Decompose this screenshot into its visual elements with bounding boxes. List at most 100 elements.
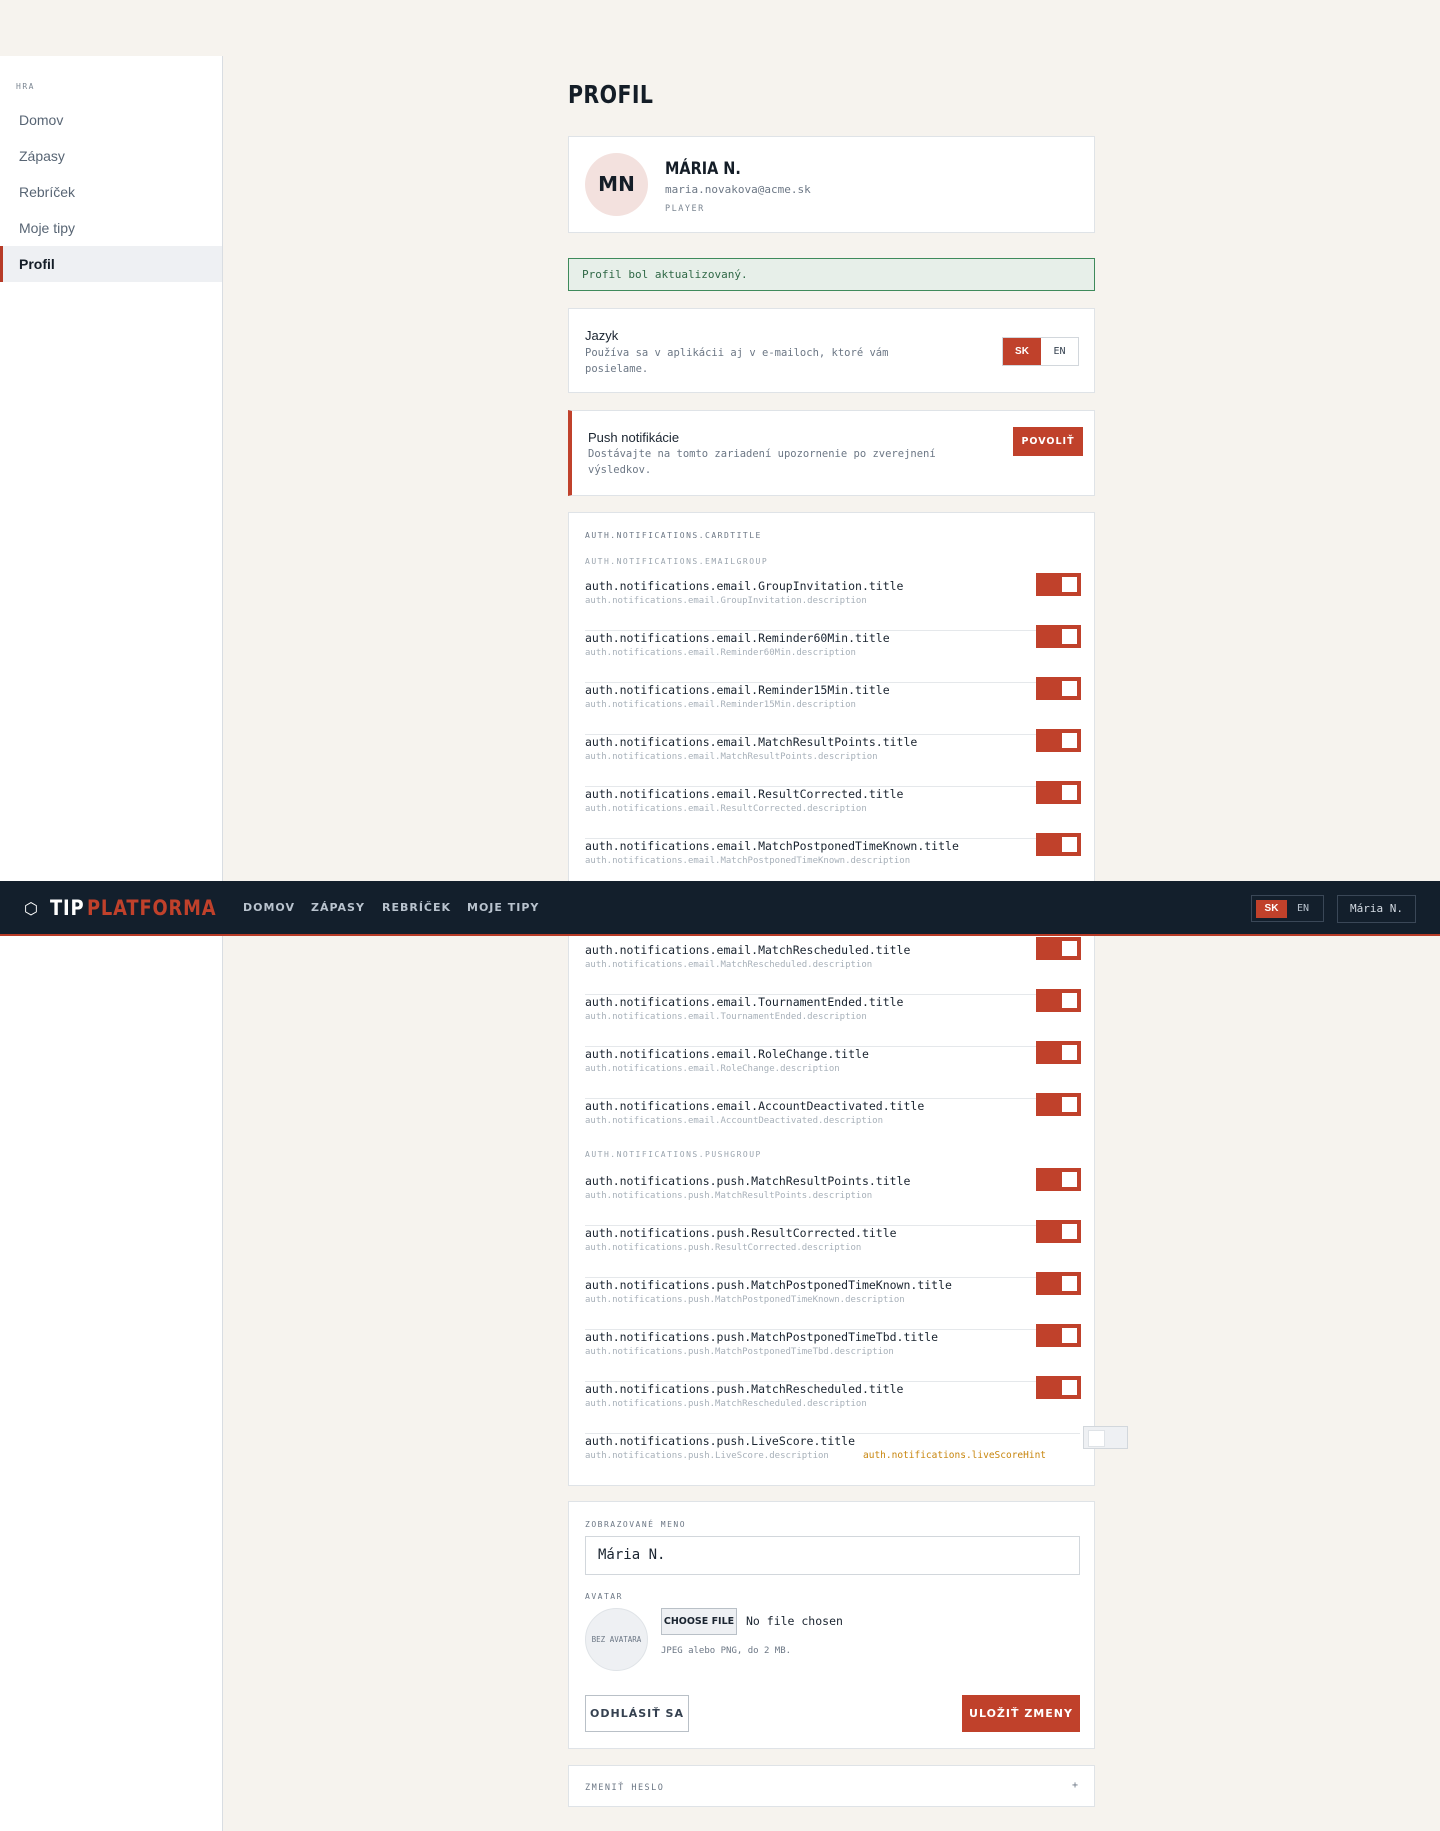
logo-text-platforma[interactable]: PLATFORMA — [87, 896, 216, 920]
notification-title: auth.notifications.push.MatchResultPoint… — [585, 1174, 911, 1188]
notification-title: auth.notifications.push.MatchRescheduled… — [585, 1382, 904, 1396]
language-card: Jazyk Používa sa v aplikácii aj v e-mail… — [568, 308, 1095, 393]
push-description-line1: Dostávajte na tomto zariadení upozorneni… — [588, 448, 936, 460]
notification-row: auth.notifications.email.Reminder60Min.t… — [585, 625, 1081, 683]
user-menu-button[interactable]: Mária N. — [1337, 895, 1416, 923]
language-description: Používa sa v aplikácii aj v e-mailoch, k… — [585, 345, 888, 377]
language-option-en[interactable]: EN — [1041, 338, 1078, 365]
notification-description: auth.notifications.email.RoleChange.desc… — [585, 1064, 840, 1074]
notification-row: auth.notifications.push.MatchPostponedTi… — [585, 1324, 1081, 1382]
notification-description: auth.notifications.email.TournamentEnded… — [585, 1012, 867, 1022]
sidebar-section-label: HRA — [16, 82, 35, 91]
nav-link-rebricek[interactable]: REBRÍČEK — [382, 901, 451, 914]
notification-title: auth.notifications.push.MatchPostponedTi… — [585, 1278, 952, 1292]
sidebar-item-domov[interactable]: Domov — [0, 102, 222, 138]
avatar: MN — [585, 153, 648, 216]
notification-description: auth.notifications.email.MatchPostponedT… — [585, 856, 911, 866]
language-title: Jazyk — [585, 328, 619, 343]
notification-row: auth.notifications.email.TournamentEnded… — [585, 989, 1081, 1047]
nav-language-en[interactable]: EN — [1297, 900, 1309, 918]
notifications-card: AUTH.NOTIFICATIONS.CARDTITLE AUTH.NOTIFI… — [568, 512, 1128, 1486]
notification-description: auth.notifications.push.MatchRescheduled… — [585, 1399, 867, 1409]
success-alert: Profil bol aktualizovaný. — [568, 258, 1095, 291]
expand-icon[interactable]: + — [1072, 1780, 1078, 1791]
nav-language-switch: SK EN — [1251, 895, 1324, 922]
avatar-label: AVATAR — [585, 1592, 623, 1601]
notification-toggle[interactable] — [1036, 1041, 1081, 1064]
notification-toggle[interactable] — [1036, 1220, 1081, 1243]
notification-toggle[interactable] — [1083, 1426, 1128, 1449]
change-password-label: ZMENIŤ HESLO — [585, 1783, 665, 1793]
notification-title: auth.notifications.push.LiveScore.title — [585, 1434, 856, 1448]
notification-row: auth.notifications.push.ResultCorrected.… — [585, 1220, 1081, 1278]
notification-row: auth.notifications.email.RoleChange.titl… — [585, 1041, 1081, 1099]
file-hint: JPEG alebo PNG, do 2 MB. — [661, 1646, 792, 1656]
notification-description: auth.notifications.push.MatchPostponedTi… — [585, 1295, 905, 1305]
push-title: Push notifikácie — [588, 430, 680, 445]
notification-toggle[interactable] — [1036, 989, 1081, 1012]
notification-row: auth.notifications.email.AccountDeactiva… — [585, 1093, 1081, 1151]
logo-text-tip[interactable]: TIP — [50, 896, 84, 920]
notification-description: auth.notifications.email.Reminder15Min.d… — [585, 700, 856, 710]
notification-toggle[interactable] — [1036, 937, 1081, 960]
language-option-sk[interactable]: SK — [1003, 338, 1041, 365]
page-title: PROFIL — [568, 80, 654, 109]
save-button[interactable]: ULOŽIŤ ZMENY — [962, 1695, 1080, 1732]
notification-row: auth.notifications.email.ResultCorrected… — [585, 781, 1081, 839]
notification-description: auth.notifications.email.ResultCorrected… — [585, 804, 867, 814]
notification-title: auth.notifications.push.ResultCorrected.… — [585, 1226, 897, 1240]
notification-toggle[interactable] — [1036, 677, 1081, 700]
enable-push-button[interactable]: POVOLIŤ — [1013, 427, 1083, 456]
language-selector: SK EN — [1002, 337, 1079, 366]
nav-link-domov[interactable]: DOMOV — [243, 901, 295, 914]
notification-title: auth.notifications.push.MatchPostponedTi… — [585, 1330, 939, 1344]
sidebar-item-zapasy[interactable]: Zápasy — [0, 138, 222, 174]
notification-description: auth.notifications.email.MatchResultPoin… — [585, 752, 878, 762]
nav-link-zapasy[interactable]: ZÁPASY — [311, 901, 365, 914]
notification-description: auth.notifications.push.ResultCorrected.… — [585, 1243, 862, 1253]
sidebar-item-moje-tipy[interactable]: Moje tipy — [0, 210, 222, 246]
notification-title: auth.notifications.email.Reminder15Min.t… — [585, 683, 890, 697]
notification-toggle[interactable] — [1036, 1272, 1081, 1295]
sidebar-item-rebricek[interactable]: Rebríček — [0, 174, 222, 210]
notification-toggle[interactable] — [1036, 625, 1081, 648]
notification-description: auth.notifications.email.MatchReschedule… — [585, 960, 873, 970]
logout-button[interactable]: ODHLÁSIŤ SA — [585, 1695, 689, 1732]
change-password-card[interactable]: ZMENIŤ HESLO + — [568, 1765, 1095, 1807]
notification-toggle[interactable] — [1036, 1376, 1081, 1399]
notification-toggle[interactable] — [1036, 573, 1081, 596]
profile-role: PLAYER — [665, 204, 705, 214]
notification-toggle[interactable] — [1036, 729, 1081, 752]
language-description-line1: Používa sa v aplikácii aj v e-mailoch, k… — [585, 347, 889, 359]
choose-file-button[interactable]: CHOOSE FILE — [661, 1608, 737, 1635]
notification-description: auth.notifications.push.MatchResultPoint… — [585, 1191, 873, 1201]
notification-description: auth.notifications.push.LiveScore.descri… — [585, 1451, 829, 1461]
notification-row: auth.notifications.push.MatchResultPoint… — [585, 1168, 1081, 1226]
display-name-input[interactable]: Mária N. — [585, 1536, 1080, 1575]
notification-title: auth.notifications.email.TournamentEnded… — [585, 995, 904, 1009]
sidebar: HRA Domov Zápasy Rebríček Moje tipy Prof… — [0, 56, 223, 1831]
language-description-line2: posielame. — [585, 363, 649, 375]
push-description-line2: výsledkov. — [588, 464, 652, 476]
nav-link-moje-tipy[interactable]: MOJE TIPY — [467, 901, 539, 914]
notification-row: auth.notifications.push.MatchRescheduled… — [585, 1376, 1081, 1434]
notifications-card-title: AUTH.NOTIFICATIONS.CARDTITLE — [585, 531, 762, 540]
profile-form-card: ZOBRAZOVANÉ MENO Mária N. AVATAR BEZ AVA… — [568, 1501, 1095, 1749]
push-description: Dostávajte na tomto zariadení upozorneni… — [588, 446, 936, 478]
notification-row: auth.notifications.email.MatchReschedule… — [585, 937, 1081, 995]
nav-language-sk[interactable]: SK — [1256, 900, 1287, 918]
notification-toggle[interactable] — [1036, 833, 1081, 856]
notification-row: auth.notifications.push.MatchPostponedTi… — [585, 1272, 1081, 1330]
notification-toggle[interactable] — [1036, 1093, 1081, 1116]
notification-toggle[interactable] — [1036, 781, 1081, 804]
push-group-label: AUTH.NOTIFICATIONS.PUSHGROUP — [585, 1150, 762, 1159]
email-group-label: AUTH.NOTIFICATIONS.EMAILGROUP — [585, 557, 769, 566]
live-score-hint: auth.notifications.liveScoreHint — [863, 1450, 1047, 1461]
profile-card: MN MÁRIA N. maria.novakova@acme.sk PLAYE… — [568, 136, 1095, 233]
profile-email: maria.novakova@acme.sk — [665, 183, 811, 196]
notification-toggle[interactable] — [1036, 1168, 1081, 1191]
sidebar-item-profil[interactable]: Profil — [0, 246, 222, 282]
notification-row: auth.notifications.email.Reminder15Min.t… — [585, 677, 1081, 735]
push-notifications-card: Push notifikácie Dostávajte na tomto zar… — [568, 410, 1095, 496]
notification-toggle[interactable] — [1036, 1324, 1081, 1347]
